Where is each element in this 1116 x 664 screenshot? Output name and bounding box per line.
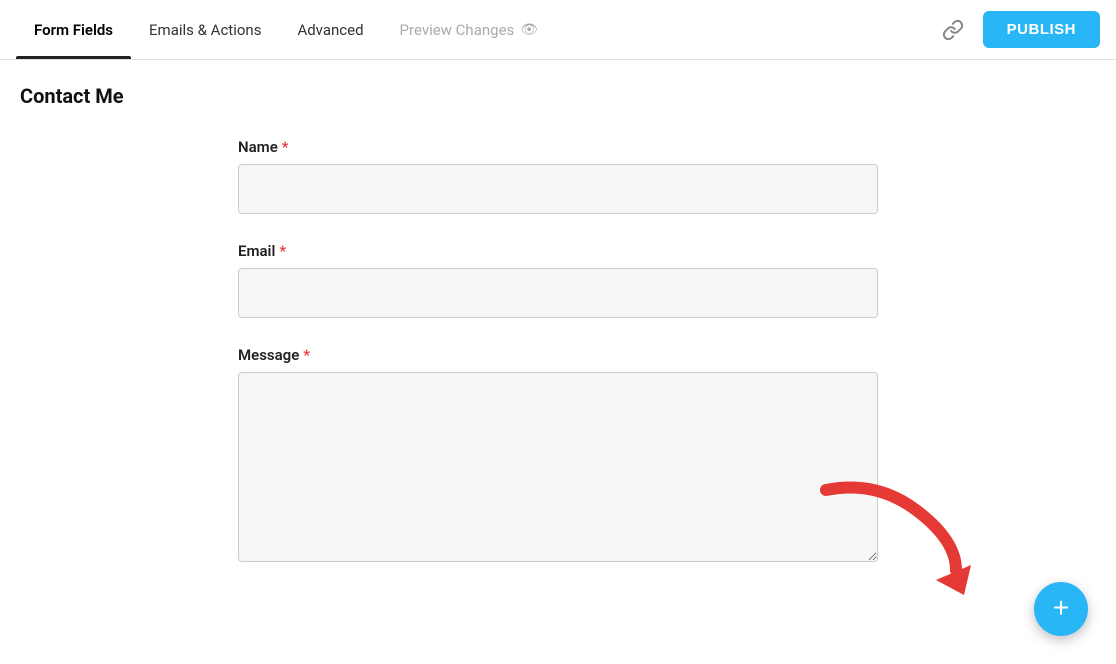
field-label-email: Email *: [238, 242, 878, 260]
email-input[interactable]: [238, 268, 878, 318]
required-star-email: *: [279, 242, 286, 260]
field-group-message: Message *: [238, 346, 878, 566]
header-right: PUBLISH: [935, 11, 1100, 48]
required-star-name: *: [282, 138, 289, 156]
name-input[interactable]: [238, 164, 878, 214]
eye-icon: 👁: [520, 22, 538, 38]
field-label-name: Name *: [238, 138, 878, 156]
tab-form-fields[interactable]: Form Fields: [16, 0, 131, 59]
nav-tabs: Form Fields Emails & Actions Advanced Pr…: [16, 0, 556, 59]
fab-container: +: [1034, 582, 1088, 636]
main-content: Contact Me Name * Email *: [0, 60, 1116, 614]
page-title: Contact Me: [20, 84, 1096, 108]
plus-icon: +: [1053, 594, 1069, 622]
field-group-email: Email *: [238, 242, 878, 318]
tab-emails-actions[interactable]: Emails & Actions: [131, 0, 279, 59]
header: Form Fields Emails & Actions Advanced Pr…: [0, 0, 1116, 60]
required-star-message: *: [303, 346, 310, 364]
tab-preview-changes[interactable]: Preview Changes 👁: [382, 0, 557, 59]
link-icon: [942, 19, 964, 41]
add-fab-button[interactable]: +: [1034, 582, 1088, 636]
link-icon-button[interactable]: [935, 12, 971, 48]
form-inner: Name * Email * Message *: [238, 138, 878, 594]
publish-button[interactable]: PUBLISH: [983, 11, 1100, 48]
field-label-message: Message *: [238, 346, 878, 364]
field-group-name: Name *: [238, 138, 878, 214]
form-container: Name * Email * Message *: [20, 138, 1096, 594]
message-textarea[interactable]: [238, 372, 878, 562]
tab-advanced[interactable]: Advanced: [279, 0, 381, 59]
